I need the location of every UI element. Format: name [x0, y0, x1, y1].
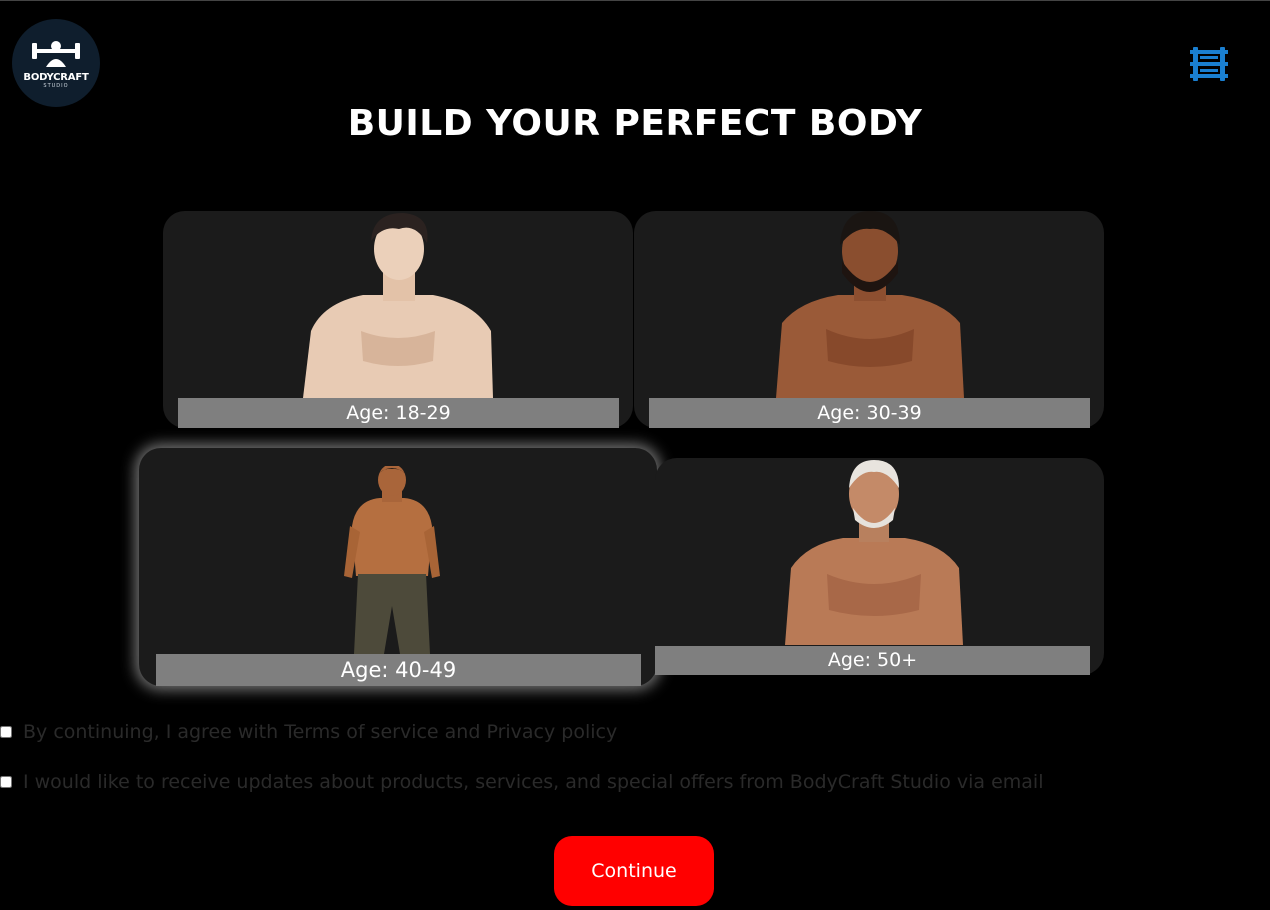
older-man-figure-image [785, 460, 963, 645]
terms-checkbox[interactable] [0, 726, 12, 738]
brand-name: BODYCRAFT [23, 72, 89, 83]
brand-logo[interactable]: BODYCRAFT STUDIO [12, 19, 100, 107]
age-label: Age: 18-29 [178, 398, 619, 428]
bearded-man-figure-image [776, 211, 964, 398]
age-label: Age: 40-49 [156, 654, 641, 686]
age-label: Age: 30-39 [649, 398, 1090, 428]
terms-consent-row[interactable]: By continuing, I agree with Terms of ser… [0, 721, 617, 743]
age-option-50-plus[interactable]: Age: 50+ [655, 458, 1104, 675]
age-option-30-39[interactable]: Age: 30-39 [634, 211, 1104, 428]
age-option-18-29[interactable]: Age: 18-29 [163, 211, 633, 428]
young-man-figure-image [303, 213, 493, 398]
age-option-40-49[interactable]: Age: 40-49 [139, 448, 657, 686]
dumbbell-menu-icon[interactable] [1190, 45, 1228, 83]
updates-label: I would like to receive updates about pr… [23, 771, 1044, 793]
terms-label: By continuing, I agree with Terms of ser… [23, 721, 618, 743]
updates-checkbox[interactable] [0, 776, 12, 788]
muscular-man-figure-image [344, 466, 440, 654]
updates-consent-row[interactable]: I would like to receive updates about pr… [0, 771, 1043, 793]
dumbbell-logo-icon [32, 41, 80, 67]
continue-button[interactable]: Continue [554, 836, 714, 906]
page-title: BUILD YOUR PERFECT BODY [347, 103, 923, 144]
age-label: Age: 50+ [655, 646, 1090, 675]
brand-subtitle: STUDIO [43, 83, 69, 89]
